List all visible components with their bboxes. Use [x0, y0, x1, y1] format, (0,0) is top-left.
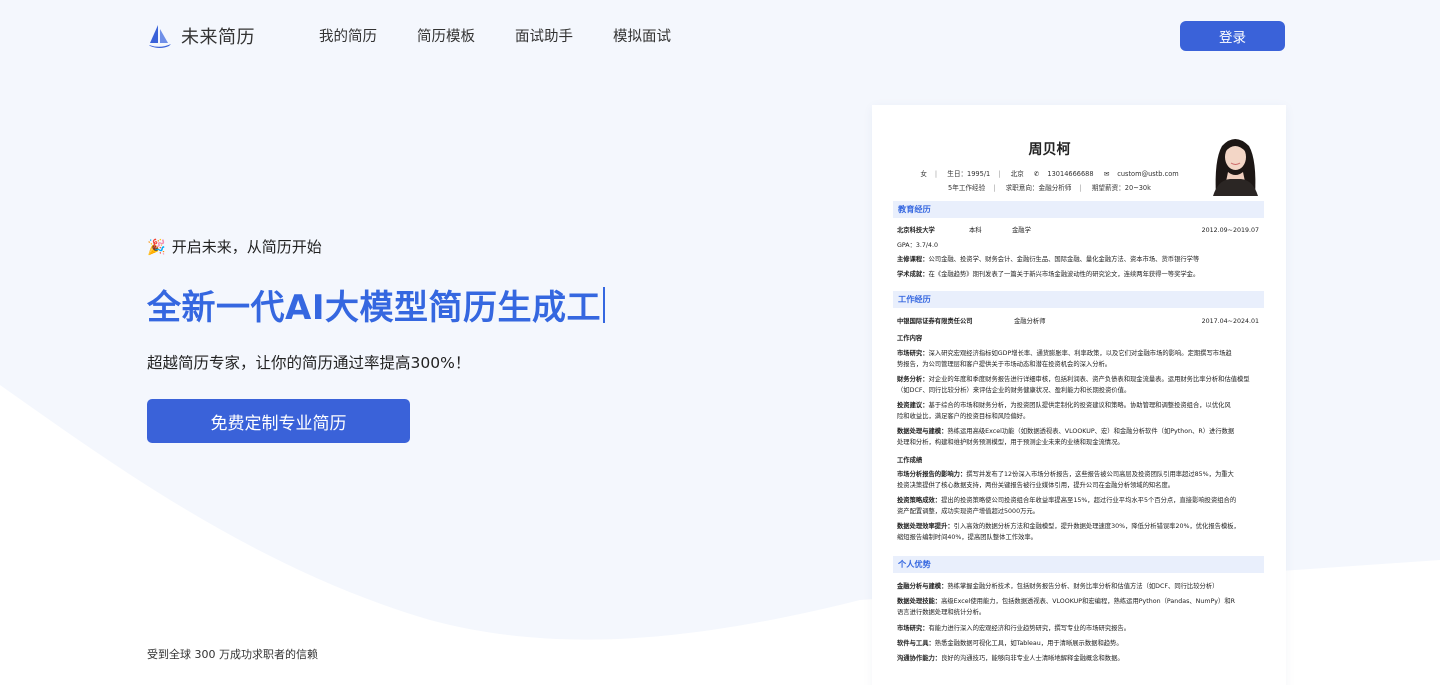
work-result-title: 工作成绩 [897, 457, 923, 464]
section-education: 教育经历 [893, 201, 1264, 218]
resume-city: 北京 [1010, 170, 1024, 178]
party-popper-icon: 🎉 [147, 237, 166, 256]
typing-caret [602, 286, 605, 323]
edu-major: 金融学 [1012, 227, 1031, 234]
work-item: 数据处理与建模：熟练运用高级Excel功能（如数据透视表、VLOOKUP、宏）和… [897, 428, 1235, 446]
advantage-item: 数据处理技能：高级Excel使用能力，包括数据透视表、VLOOKUP和宏编程，熟… [897, 598, 1236, 616]
advantage-item: 金融分析与建模：熟练掌握金融分析技术，包括财务报告分析、财务比率分析和估值方法（… [897, 583, 1219, 590]
top-header: 未来简历 我的简历 简历模板 面试助手 模拟面试 登录 [0, 0, 1440, 72]
work-item: 市场研究：深入研究宏观经济指标如GDP增长率、通货膨胀率、利率政策，以及它们对金… [897, 350, 1232, 368]
phone-icon: ✆ [1033, 170, 1040, 178]
resume-birth: 生日：1995/1 [947, 170, 991, 178]
resume-basic-info: 女 | 生日：1995/1 | 北京 ✆ 13014666688 ✉ custom@us… [920, 170, 1179, 178]
resume-photo [1208, 130, 1263, 196]
work-result: 数据处理效率提升：引入高效的数据分析方法和金融模型，提升数据处理速度30%，降低… [897, 523, 1240, 541]
work-date: 2017.04~2024.01 [1201, 318, 1259, 325]
edu-date: 2012.09~2019.07 [1201, 227, 1259, 234]
advantage-item: 软件与工具：熟悉金融数据可视化工具，如Tableau，用于清晰展示数据和趋势。 [897, 640, 1123, 647]
edu-degree: 本科 [969, 227, 982, 234]
work-item: 财务分析：对企业的年度和季度财务报告进行详细审核，包括利润表、资产负债表和现金流… [897, 376, 1250, 394]
resume-gender: 女 [920, 170, 927, 178]
work-item: 投资建议：基于综合的市场和财务分析，为投资团队提供定制化的投资建议和策略。协助管… [897, 402, 1231, 420]
hero-subline: 超越简历专家，让你的简历通过率提高300%！ [147, 354, 471, 372]
login-button[interactable]: 登录 [1180, 21, 1285, 51]
work-content-title: 工作内容 [897, 335, 923, 342]
resume-job-info: 5年工作经验 | 求职意向：金融分析师 | 期望薪资：20~30k [948, 184, 1151, 192]
resume-name: 周贝柯 [1028, 142, 1071, 158]
nav-mock-interview[interactable]: 模拟面试 [613, 25, 671, 46]
nav-my-resume[interactable]: 我的简历 [319, 25, 377, 46]
brand-logo[interactable]: 未来简历 [147, 22, 255, 50]
edu-courses-label: 主修课程： [897, 256, 929, 263]
hero-section: 🎉 开启未来，从简历开始 全新一代AI大模型简历生成工 超越简历专家，让你的简历… [147, 236, 605, 443]
headline-text: 全新一代AI大模型简历生成工 [147, 288, 601, 328]
advantage-item: 沟通协作能力：良好的沟通技巧，能够向非专业人士清晰地解释金融概念和数据。 [897, 655, 1124, 662]
resume-salary: 期望薪资：20~30k [1091, 184, 1151, 192]
tagline-text: 开启未来，从简历开始 [171, 238, 322, 256]
resume-preview: 周贝柯 女 | 生日：1995/1 | 北京 ✆ 13014666688 ✉ custo… [872, 105, 1286, 685]
tagline: 🎉 开启未来，从简历开始 [147, 236, 605, 257]
edu-achieve-label: 学术成就： [897, 271, 929, 278]
brand-name: 未来简历 [181, 27, 255, 48]
work-result: 投资策略成效：提出的投资策略使公司投资组合年收益率提高至15%，超过行业平均水平… [897, 497, 1237, 515]
create-resume-button[interactable]: 免费定制专业简历 [147, 399, 410, 443]
work-result: 市场分析报告的影响力：撰写并发布了12份深入市场分析报告，这些报告被公司高层及投… [897, 471, 1234, 489]
edu-achieve: 在《金融趋势》期刊发表了一篇关于新兴市场金融波动性的研究论文，连续两年获得一等奖… [928, 271, 1200, 278]
nav-interview-assistant[interactable]: 面试助手 [515, 25, 573, 46]
edu-gpa: GPA：3.7/4.0 [897, 242, 939, 249]
resume-phone: 13014666688 [1047, 170, 1094, 178]
resume-intent: 求职意向：金融分析师 [1005, 184, 1072, 192]
section-work: 工作经历 [893, 291, 1264, 308]
advantage-item: 市场研究：有能力进行深入的宏观经济和行业趋势研究，撰写专业的市场研究报告。 [897, 625, 1130, 632]
section-advantages: 个人优势 [893, 556, 1264, 573]
resume-experience: 5年工作经验 [948, 184, 986, 192]
edu-courses: 公司金融、投资学、财务会计、金融衍生品、国际金融、量化金融方法、资本市场、货币银… [928, 256, 1200, 263]
main-nav: 我的简历 简历模板 面试助手 模拟面试 [319, 25, 671, 46]
nav-resume-templates[interactable]: 简历模板 [417, 25, 475, 46]
work-company: 中银国际证券有限责任公司 [897, 318, 973, 325]
edu-school: 北京科技大学 [897, 227, 935, 234]
work-role: 金融分析师 [1014, 318, 1046, 325]
trust-text: 受到全球 300 万成功求职者的信赖 [147, 648, 318, 661]
mail-icon: ✉ [1103, 170, 1110, 178]
hero-headline: 全新一代AI大模型简历生成工 [147, 280, 605, 329]
resume-email: custom@ustb.com [1117, 170, 1179, 178]
sailboat-icon [149, 25, 171, 48]
